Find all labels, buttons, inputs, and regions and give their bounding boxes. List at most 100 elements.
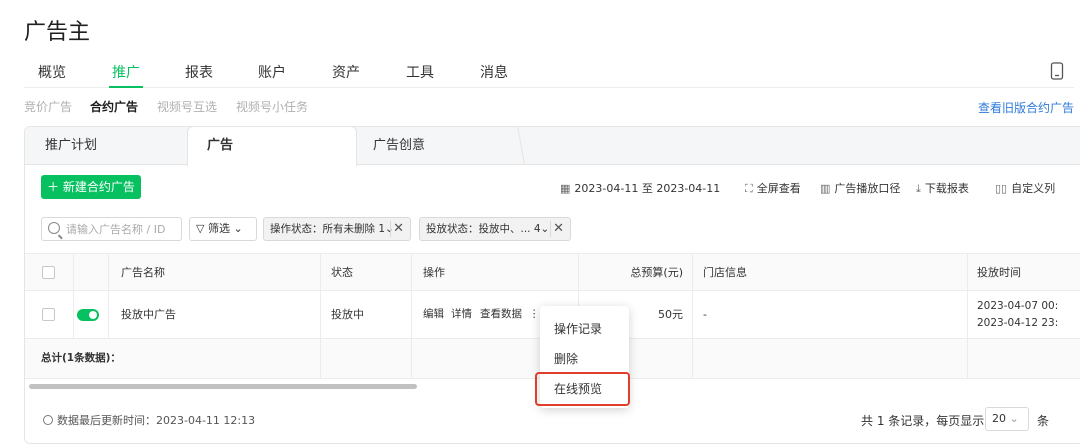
last-updated-text: 数据最后更新时间：2023-04-11 12:13 — [57, 414, 256, 427]
close-icon[interactable]: ✕ — [393, 218, 404, 240]
view-data-link[interactable]: 查看数据 — [480, 291, 522, 338]
chevron-down-icon: ⌄ — [233, 222, 243, 235]
header-budget[interactable]: 总预算(元) — [585, 254, 683, 290]
store-info: - — [703, 308, 707, 321]
chart-icon: ▥ — [820, 182, 831, 195]
ad-toggle-switch[interactable] — [77, 309, 99, 321]
last-updated: 数据最后更新时间：2023-04-11 12:13 — [43, 412, 255, 428]
subnav-channels-select[interactable]: 视频号互选 — [157, 98, 217, 115]
delivery-time: 2023-04-07 00:00:00 2023-04-12 23:59:59 — [977, 298, 1059, 332]
total-label: 总计(1条数据)： — [41, 352, 121, 364]
column-divider — [73, 291, 74, 338]
edit-link[interactable]: 编辑 — [423, 291, 444, 338]
column-divider — [411, 254, 412, 290]
tab-campaigns[interactable]: 推广计划 — [45, 127, 97, 165]
filter-chip-delivery-status[interactable]: 投放状态：投放中、... 4⌄ ✕ — [419, 217, 571, 241]
header-operations: 操作 — [423, 266, 445, 279]
tab-tools[interactable]: 工具 — [406, 62, 434, 82]
download-report-button[interactable]: ⤓ 下载报表 — [916, 180, 969, 196]
column-divider — [692, 254, 693, 290]
search-box — [41, 217, 182, 241]
tab-ads[interactable]: 广告 — [207, 127, 233, 165]
records-text: 共 1 条记录，每页显示 — [861, 414, 985, 428]
more-actions-icon[interactable]: ⋮ — [529, 291, 540, 338]
subnav-contract-ads[interactable]: 合约广告 — [90, 98, 138, 115]
custom-columns-button[interactable]: ▯▯ 自定义列 — [995, 180, 1055, 196]
tab-promotion[interactable]: 推广 — [109, 62, 143, 88]
filter-button[interactable]: ▽ 筛选 ⌄ — [189, 217, 257, 241]
column-divider — [692, 291, 693, 338]
filter-label: 筛选 — [207, 222, 230, 235]
date-range-text: 2023-04-11 至 2023-04-11 — [574, 182, 721, 195]
search-input[interactable] — [66, 220, 176, 238]
menu-item-delete[interactable]: 删除 — [554, 350, 578, 367]
close-icon[interactable]: ✕ — [553, 218, 564, 240]
subnav-bidding-ads[interactable]: 竞价广告 — [24, 98, 72, 115]
caliber-button[interactable]: ▥ 广告播放口径 — [820, 180, 900, 196]
search-icon — [48, 222, 60, 234]
chip-divider — [390, 221, 391, 237]
highlight-annotation — [535, 372, 630, 406]
column-divider — [320, 339, 321, 378]
detail-link[interactable]: 详情 — [451, 291, 472, 338]
tab-assets[interactable]: 资产 — [332, 62, 360, 82]
column-divider — [967, 291, 968, 338]
ad-name[interactable]: 投放中广告 — [121, 291, 176, 338]
new-contract-ad-button[interactable]: ＋ 新建合约广告 — [41, 175, 141, 199]
date-range-picker[interactable]: ▦ 2023-04-11 至 2023-04-11 — [560, 180, 720, 196]
page-size-value: 20 — [992, 412, 1006, 425]
fullscreen-label: 全屏查看 — [756, 182, 801, 195]
column-divider — [108, 254, 109, 290]
menu-item-operation-log[interactable]: 操作记录 — [554, 320, 602, 337]
column-divider — [411, 291, 412, 338]
tab-creatives[interactable]: 广告创意 — [373, 127, 425, 165]
horizontal-scrollbar[interactable] — [29, 384, 417, 389]
table-header: 广告名称 状态 操作 总预算(元) 门店信息 投放时间 — [25, 253, 1080, 291]
column-divider — [692, 339, 693, 378]
column-divider — [320, 254, 321, 290]
header-delivery-time[interactable]: 投放时间 — [977, 254, 1021, 290]
subnav-channels-task[interactable]: 视频号小任务 — [236, 98, 308, 115]
column-divider — [967, 339, 968, 378]
column-divider — [578, 254, 579, 290]
old-version-link[interactable]: 查看旧版合约广告 — [978, 99, 1074, 116]
column-divider — [320, 291, 321, 338]
tab-messages[interactable]: 消息 — [480, 62, 508, 82]
filter-chip-op-status[interactable]: 操作状态：所有未删除 1⌄ ✕ — [263, 217, 411, 241]
header-ad-name[interactable]: 广告名称 — [121, 254, 165, 290]
main-nav: 概览 推广 报表 账户 资产 工具 消息 — [24, 60, 1074, 88]
fullscreen-button[interactable]: ⛶ 全屏查看 — [745, 180, 801, 196]
clock-icon — [43, 415, 53, 425]
tab-overview[interactable]: 概览 — [38, 62, 66, 82]
mobile-device-icon[interactable] — [1050, 62, 1064, 80]
pagination-info: 共 1 条记录，每页显示 20 ⌄ 条 — [861, 407, 1049, 431]
delivery-end-time: 2023-04-12 23:59:59 — [977, 317, 1059, 329]
card-tabbar: 推广计划 广告 广告创意 — [25, 126, 1080, 166]
fullscreen-icon: ⛶ — [745, 182, 753, 195]
row-checkbox[interactable] — [42, 308, 55, 321]
column-divider — [967, 254, 968, 290]
page-title: 广告主 — [24, 20, 91, 45]
chip-op-status-label: 操作状态：所有未删除 1 — [270, 223, 386, 235]
funnel-icon: ▽ — [196, 222, 205, 235]
column-divider — [411, 339, 412, 378]
chip-divider — [550, 221, 551, 237]
tab-account[interactable]: 账户 — [258, 62, 286, 82]
tab-reports[interactable]: 报表 — [185, 62, 213, 82]
download-icon: ⤓ — [916, 182, 921, 195]
page-size-select[interactable]: 20 ⌄ — [985, 407, 1029, 431]
chevron-down-icon: ⌄ — [540, 223, 550, 235]
column-divider — [73, 254, 74, 290]
column-divider — [108, 291, 109, 338]
download-label: 下载报表 — [924, 182, 969, 195]
header-store: 门店信息 — [703, 266, 747, 279]
chevron-down-icon: ⌄ — [1009, 412, 1019, 425]
custom-columns-label: 自定义列 — [1011, 182, 1056, 195]
caliber-label: 广告播放口径 — [834, 182, 901, 195]
ad-status: 投放中 — [331, 308, 364, 321]
chip-delivery-status-label: 投放状态：投放中、... 4 — [426, 223, 541, 235]
select-all-checkbox[interactable] — [42, 266, 55, 279]
page-size-unit: 条 — [1037, 414, 1050, 428]
header-status[interactable]: 状态 — [331, 254, 353, 290]
calendar-icon: ▦ — [560, 182, 571, 195]
